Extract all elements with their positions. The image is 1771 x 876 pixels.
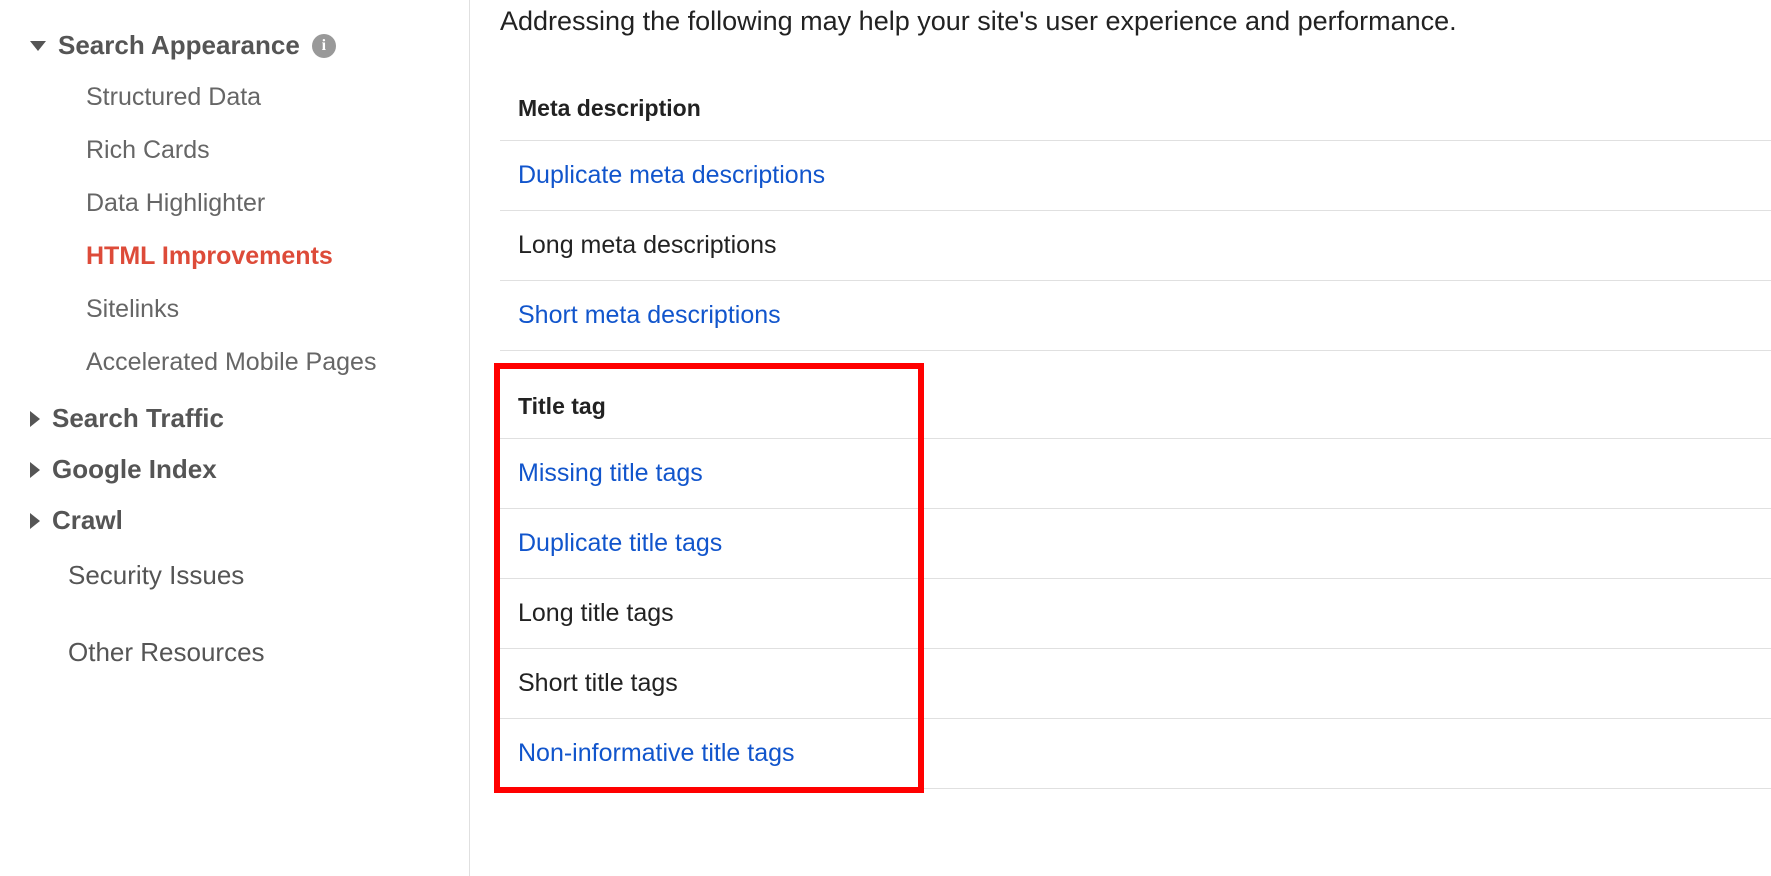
issue-text: Long title tags — [518, 599, 674, 627]
issue-long-title: Long title tags — [500, 579, 1771, 649]
chevron-right-icon — [30, 411, 40, 427]
issue-text: Short title tags — [518, 669, 678, 697]
nav-item-security-issues[interactable]: Security Issues — [30, 546, 469, 605]
sidebar-item-sitelinks[interactable]: Sitelinks — [86, 283, 469, 336]
nav-sub-search-appearance: Structured Data Rich Cards Data Highligh… — [30, 71, 469, 389]
nav-label: Search Traffic — [52, 403, 224, 434]
nav-label: Crawl — [52, 505, 123, 536]
issue-link: Non-informative title tags — [518, 739, 795, 767]
issue-noninformative-title[interactable]: Non-informative title tags — [500, 719, 1771, 789]
sidebar-item-html-improvements[interactable]: HTML Improvements — [86, 230, 469, 283]
nav-item-other-resources[interactable]: Other Resources — [30, 623, 469, 682]
chevron-right-icon — [30, 513, 40, 529]
sidebar-item-data-highlighter[interactable]: Data Highlighter — [86, 177, 469, 230]
issue-link: Duplicate title tags — [518, 529, 722, 557]
chevron-down-icon — [30, 41, 46, 51]
issue-duplicate-title[interactable]: Duplicate title tags — [500, 509, 1771, 579]
sidebar-item-structured-data[interactable]: Structured Data — [86, 71, 469, 124]
nav-header-search-appearance[interactable]: Search Appearance i — [30, 20, 469, 71]
nav-label: Security Issues — [58, 560, 244, 591]
nav-label: Google Index — [52, 454, 217, 485]
issue-long-meta: Long meta descriptions — [500, 211, 1771, 281]
section-title-titletag: Title tag — [500, 375, 1771, 439]
issue-short-meta[interactable]: Short meta descriptions — [500, 281, 1771, 351]
nav-label: Other Resources — [58, 637, 265, 668]
sidebar-item-rich-cards[interactable]: Rich Cards — [86, 124, 469, 177]
chevron-right-icon — [30, 462, 40, 478]
main-content: Addressing the following may help your s… — [470, 0, 1771, 876]
issue-link: Short meta descriptions — [518, 301, 781, 329]
issue-duplicate-meta[interactable]: Duplicate meta descriptions — [500, 141, 1771, 211]
info-icon[interactable]: i — [312, 34, 336, 58]
intro-text: Addressing the following may help your s… — [500, 0, 1771, 67]
title-tag-section: Title tag Missing title tags Duplicate t… — [500, 375, 1771, 789]
meta-description-section: Meta description Duplicate meta descript… — [500, 77, 1771, 351]
sidebar-item-amp[interactable]: Accelerated Mobile Pages — [86, 336, 469, 389]
nav-header-crawl[interactable]: Crawl — [30, 495, 469, 546]
issue-text: Long meta descriptions — [518, 231, 776, 259]
issue-link: Missing title tags — [518, 459, 703, 487]
sidebar: Search Appearance i Structured Data Rich… — [0, 0, 470, 876]
nav-header-google-index[interactable]: Google Index — [30, 444, 469, 495]
issue-link: Duplicate meta descriptions — [518, 161, 825, 189]
issue-short-title: Short title tags — [500, 649, 1771, 719]
nav-label: Search Appearance — [58, 30, 300, 61]
issue-missing-title[interactable]: Missing title tags — [500, 439, 1771, 509]
section-title-meta: Meta description — [500, 77, 1771, 141]
nav-section-search-appearance: Search Appearance i Structured Data Rich… — [30, 20, 469, 389]
nav-header-search-traffic[interactable]: Search Traffic — [30, 393, 469, 444]
